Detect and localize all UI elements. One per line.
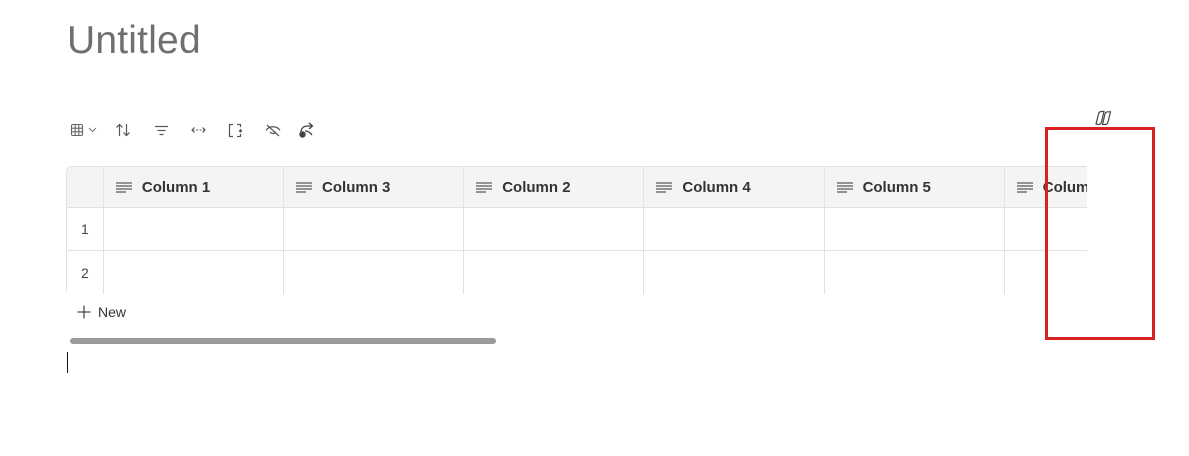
column-header-label: Column 1 xyxy=(141,178,211,196)
column-header[interactable]: Column 2 xyxy=(464,167,645,208)
table-cell[interactable] xyxy=(824,208,1005,251)
frame-icon xyxy=(228,123,242,138)
hide-fields-button[interactable] xyxy=(254,118,292,142)
column-width-button[interactable] xyxy=(180,118,216,142)
table-cell[interactable] xyxy=(464,208,645,251)
text-type-icon xyxy=(476,181,493,193)
share-icon: ? xyxy=(298,122,316,139)
table-cell[interactable] xyxy=(103,251,285,294)
table-toolbar: ? xyxy=(70,118,322,142)
text-type-icon xyxy=(656,181,673,193)
row-number: 2 xyxy=(67,251,104,294)
table-cell[interactable] xyxy=(464,251,645,294)
row-number: 1 xyxy=(67,208,104,251)
page: Untitled ? Column 1 Column 3 Column 2 Co… xyxy=(0,0,1189,456)
page-title[interactable]: Untitled xyxy=(67,19,201,63)
row-number-header xyxy=(67,167,104,208)
filter-button[interactable] xyxy=(142,118,180,142)
column-width-icon xyxy=(190,126,206,134)
highlight-box xyxy=(1045,127,1155,340)
text-type-icon xyxy=(296,181,313,193)
column-header-label: Column 2 xyxy=(502,178,571,196)
text-caret xyxy=(67,352,68,373)
text-type-icon xyxy=(115,181,132,193)
table-cell[interactable] xyxy=(824,251,1005,294)
filter-icon xyxy=(154,125,169,136)
horizontal-scrollbar[interactable] xyxy=(70,338,496,344)
share-button[interactable]: ? xyxy=(292,118,322,142)
column-header-label: Column 4 xyxy=(682,178,751,196)
table-cell[interactable] xyxy=(284,208,465,251)
table-cell[interactable] xyxy=(103,208,285,251)
view-switcher-button[interactable] xyxy=(70,118,104,142)
data-table: Column 1 Column 3 Column 2 Column 4 Colu… xyxy=(66,166,1087,294)
column-header[interactable]: Column 5 xyxy=(824,167,1005,208)
table-viewport: Column 1 Column 3 Column 2 Column 4 Colu… xyxy=(66,166,1087,294)
hide-icon xyxy=(265,124,281,137)
table-cell[interactable] xyxy=(644,251,825,294)
chevron-down-icon xyxy=(88,127,97,133)
column-header-label: Column 5 xyxy=(862,178,931,196)
table-cell[interactable] xyxy=(284,251,465,294)
svg-text:?: ? xyxy=(301,132,304,138)
text-type-icon xyxy=(1016,181,1033,193)
sort-icon xyxy=(115,123,131,137)
sort-button[interactable] xyxy=(104,118,142,142)
frame-button[interactable] xyxy=(216,118,254,142)
text-type-icon xyxy=(836,181,853,193)
column-header-label: Column 3 xyxy=(322,178,391,196)
table-row: 2 xyxy=(67,251,1087,294)
column-header[interactable]: Column 4 xyxy=(644,167,825,208)
column-header[interactable]: Column 3 xyxy=(284,167,465,208)
column-header[interactable]: Column 1 xyxy=(103,167,285,208)
plus-icon xyxy=(77,305,91,319)
add-row-button[interactable]: New xyxy=(77,302,126,322)
table-view-icon xyxy=(70,123,84,137)
header-row: Column 1 Column 3 Column 2 Column 4 Colu… xyxy=(67,167,1087,208)
table-row: 1 xyxy=(67,208,1087,251)
table-cell[interactable] xyxy=(644,208,825,251)
add-row-label: New xyxy=(98,304,127,320)
